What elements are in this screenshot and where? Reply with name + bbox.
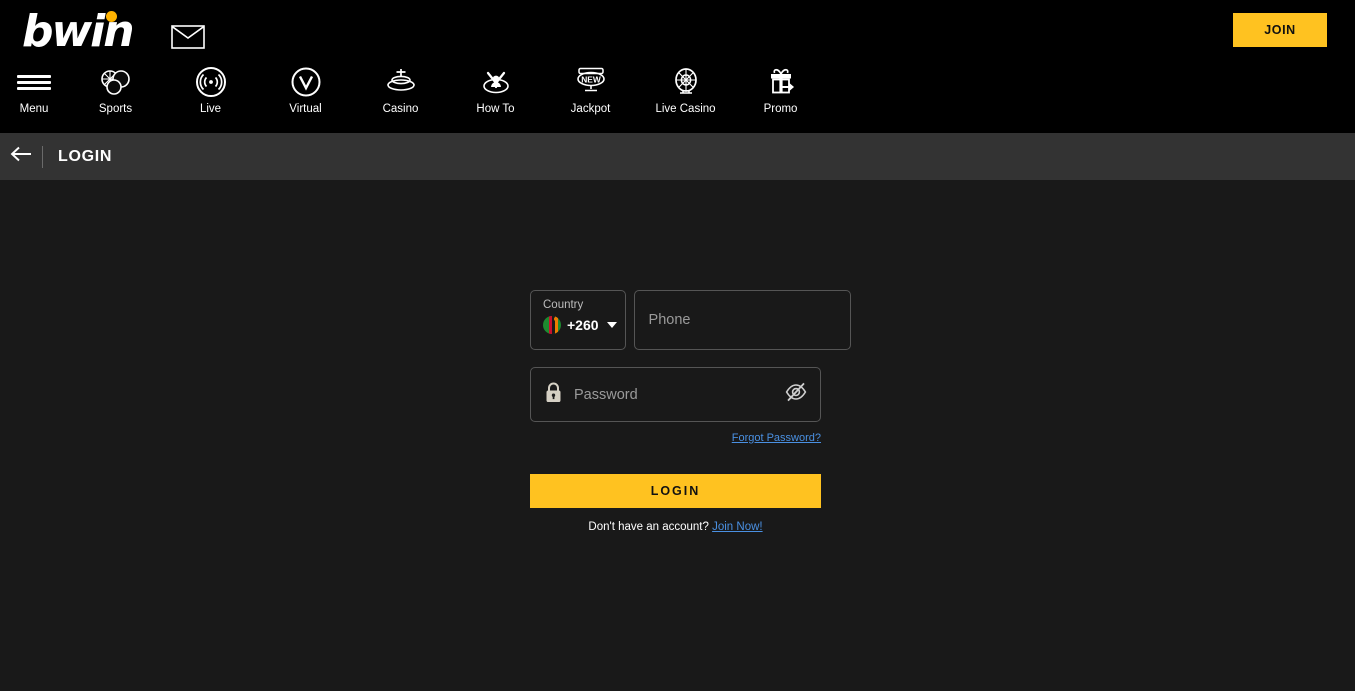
country-dial-code: +260	[567, 317, 599, 333]
forgot-password-link[interactable]: Forgot Password?	[732, 432, 821, 444]
hamburger-menu-icon	[17, 65, 51, 99]
brand-logo[interactable]: bwin	[22, 10, 135, 54]
page-header-bar: LOGIN	[0, 133, 1355, 180]
phone-input[interactable]	[633, 290, 851, 350]
password-input[interactable]	[574, 386, 785, 403]
signup-prompt-row: Don't have an account? Join Now!	[530, 521, 821, 533]
country-label: Country	[543, 299, 584, 311]
nav-label-how-to: How To	[476, 103, 515, 115]
envelope-icon	[171, 24, 205, 54]
header-divider	[42, 145, 43, 168]
virtual-v-icon	[291, 65, 321, 99]
top-navigation-bar: bwin JOIN Menu Sports Live Virtual Casin…	[0, 0, 1355, 133]
country-value: +260	[543, 316, 617, 334]
lock-icon	[545, 382, 562, 408]
nav-item-how-to[interactable]: How To	[448, 65, 543, 115]
how-to-person-icon	[479, 65, 513, 99]
join-now-link[interactable]: Join Now!	[712, 521, 763, 533]
page-title: LOGIN	[58, 147, 113, 165]
forgot-password-row: Forgot Password?	[530, 428, 821, 446]
nav-item-jackpot[interactable]: NEW Jackpot	[543, 65, 638, 115]
nav-label-virtual: Virtual	[289, 103, 322, 115]
back-arrow-icon	[10, 146, 32, 167]
phone-row: Country +260	[530, 290, 851, 350]
back-button[interactable]	[0, 133, 42, 180]
nav-item-casino[interactable]: Casino	[353, 65, 448, 115]
nav-item-live-casino[interactable]: Live Casino	[638, 65, 733, 115]
live-broadcast-icon	[195, 65, 227, 99]
nav-label-live: Live	[199, 103, 222, 115]
nav-item-virtual[interactable]: Virtual	[258, 65, 353, 115]
zambia-flag-icon	[543, 316, 561, 334]
nav-item-live[interactable]: Live	[163, 65, 258, 115]
signup-prompt-text: Don't have an account?	[588, 521, 709, 533]
nav-label-promo: Promo	[763, 103, 798, 115]
jackpot-new-icon: NEW	[571, 65, 611, 99]
casino-chips-icon	[384, 65, 418, 99]
login-form: Country +260 Phone Forgot Password? LOGI…	[530, 290, 851, 533]
sports-balls-icon	[99, 65, 133, 99]
eye-off-icon	[785, 382, 807, 407]
nav-label-live-casino: Live Casino	[655, 103, 716, 115]
primary-nav: Menu Sports Live Virtual Casino How To N…	[0, 65, 828, 115]
nav-item-promo[interactable]: Promo	[733, 65, 828, 115]
main-content: Country +260 Phone Forgot Password? LOGI…	[0, 180, 1355, 691]
password-visibility-toggle[interactable]	[785, 382, 807, 407]
nav-item-sports[interactable]: Sports	[68, 65, 163, 115]
roulette-wheel-icon	[670, 65, 702, 99]
brand-logo-dot	[106, 11, 117, 22]
messages-envelope-button[interactable]	[168, 24, 208, 54]
nav-label-casino: Casino	[382, 103, 419, 115]
caret-down-icon	[606, 322, 617, 328]
login-submit-button[interactable]: LOGIN	[530, 474, 821, 508]
join-button[interactable]: JOIN	[1233, 13, 1327, 47]
nav-label-jackpot: Jackpot	[570, 103, 611, 115]
nav-label-menu: Menu	[19, 103, 49, 115]
password-field-wrapper	[530, 367, 821, 422]
nav-item-menu[interactable]: Menu	[0, 65, 68, 115]
nav-label-sports: Sports	[98, 103, 133, 115]
gift-promo-icon	[766, 65, 796, 99]
svg-text:NEW: NEW	[581, 74, 601, 84]
country-selector[interactable]: Country +260	[530, 290, 626, 350]
